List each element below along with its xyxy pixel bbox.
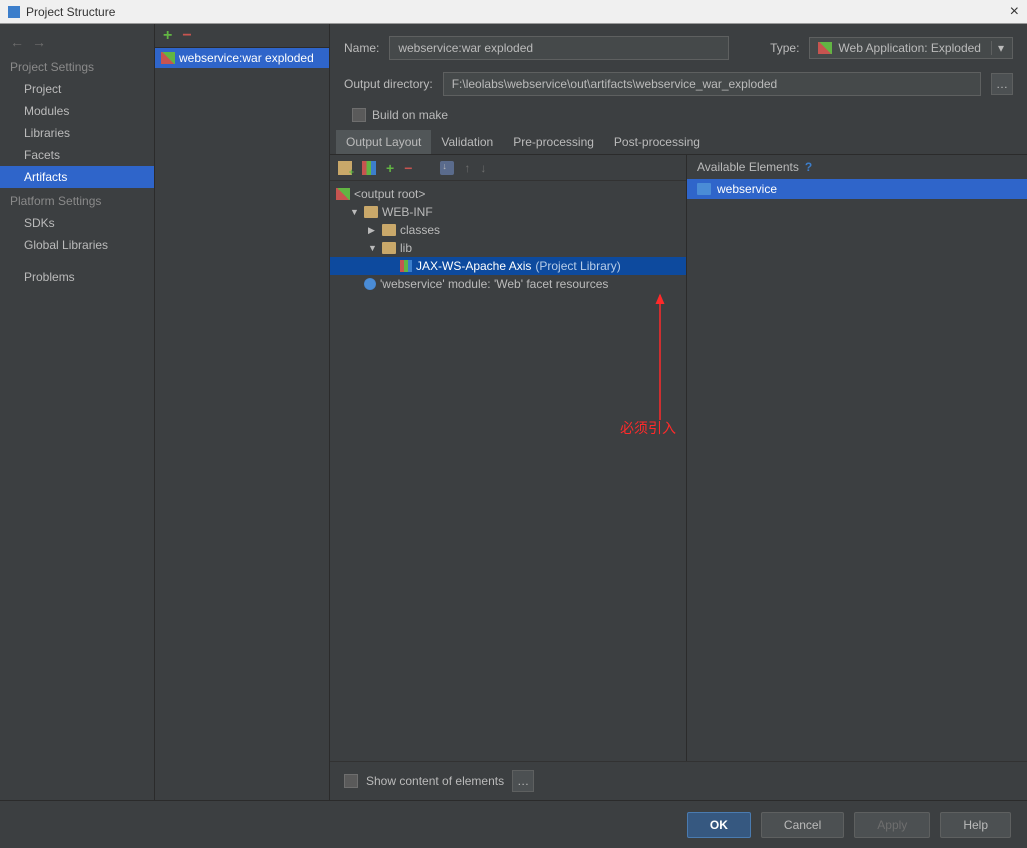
- ok-button[interactable]: OK: [687, 812, 751, 838]
- build-on-make-label: Build on make: [372, 108, 448, 122]
- build-on-make-checkbox[interactable]: [352, 108, 366, 122]
- help-button[interactable]: Help: [940, 812, 1011, 838]
- dialog-button-bar: OK Cancel Apply Help: [0, 800, 1027, 848]
- nav-forward-icon[interactable]: →: [32, 34, 46, 50]
- tree-classes[interactable]: ▶ classes: [330, 221, 686, 239]
- remove-item-icon[interactable]: −: [404, 160, 412, 176]
- help-icon[interactable]: ?: [805, 160, 812, 174]
- chevron-down-icon: ▾: [991, 41, 1004, 55]
- add-copy-icon[interactable]: +: [386, 160, 394, 176]
- tree-facet-resources[interactable]: 'webservice' module: 'Web' facet resourc…: [330, 275, 686, 293]
- app-icon: [8, 6, 20, 18]
- nav-back-icon[interactable]: ←: [10, 34, 24, 50]
- type-label: Type:: [770, 41, 799, 55]
- move-down-icon[interactable]: ↓: [480, 161, 486, 175]
- new-folder-icon[interactable]: [338, 161, 352, 175]
- artifact-list-panel: + − webservice:war exploded: [155, 24, 330, 800]
- tree-lib[interactable]: ▼ lib: [330, 239, 686, 257]
- sidebar-item-facets[interactable]: Facets: [0, 144, 154, 166]
- name-input[interactable]: [389, 36, 729, 60]
- apply-button[interactable]: Apply: [854, 812, 930, 838]
- name-label: Name:: [344, 41, 379, 55]
- artifact-item-label: webservice:war exploded: [179, 51, 314, 65]
- tab-bar: Output Layout Validation Pre-processing …: [330, 130, 1027, 155]
- show-content-checkbox[interactable]: [344, 774, 358, 788]
- output-tree[interactable]: <output root> ▼ WEB-INF ▶ classes ▼: [330, 181, 686, 800]
- add-icon[interactable]: +: [163, 27, 172, 45]
- expander-icon[interactable]: ▼: [350, 207, 360, 217]
- remove-icon[interactable]: −: [182, 27, 191, 45]
- sidebar-item-problems[interactable]: Problems: [0, 266, 154, 288]
- expander-icon[interactable]: ▶: [368, 225, 378, 236]
- close-icon[interactable]: ×: [1010, 3, 1019, 21]
- browse-button[interactable]: …: [991, 73, 1013, 95]
- tree-jaxws-library[interactable]: JAX-WS-Apache Axis (Project Library): [330, 257, 686, 275]
- tab-output-layout[interactable]: Output Layout: [336, 130, 431, 154]
- tree-webinf[interactable]: ▼ WEB-INF: [330, 203, 686, 221]
- section-project-settings: Project Settings: [0, 54, 154, 78]
- show-content-options-button[interactable]: …: [512, 770, 534, 792]
- sidebar-item-modules[interactable]: Modules: [0, 100, 154, 122]
- type-select[interactable]: Web Application: Exploded ▾: [809, 37, 1013, 59]
- output-directory-input[interactable]: [443, 72, 981, 96]
- web-facet-icon: [364, 278, 376, 290]
- title-bar: Project Structure ×: [0, 0, 1027, 24]
- new-archive-icon[interactable]: [362, 161, 376, 175]
- tab-pre-processing[interactable]: Pre-processing: [503, 130, 604, 154]
- sidebar-item-artifacts[interactable]: Artifacts: [0, 166, 154, 188]
- sidebar-item-project[interactable]: Project: [0, 78, 154, 100]
- available-element-item[interactable]: webservice: [687, 179, 1027, 199]
- output-root-icon: [336, 188, 350, 200]
- move-up-icon[interactable]: ↑: [464, 161, 470, 175]
- available-elements-panel: Available Elements ? webservice: [687, 155, 1027, 800]
- artifact-icon: [161, 52, 175, 64]
- folder-icon: [364, 206, 378, 218]
- sidebar-item-global-libraries[interactable]: Global Libraries: [0, 234, 154, 256]
- library-icon: [400, 260, 412, 272]
- show-content-bar: Show content of elements …: [330, 761, 1027, 800]
- show-content-label: Show content of elements: [366, 774, 504, 788]
- tree-root[interactable]: <output root>: [330, 185, 686, 203]
- artifact-list-item[interactable]: webservice:war exploded: [155, 48, 329, 68]
- available-elements-label: Available Elements: [697, 160, 799, 174]
- type-value: Web Application: Exploded: [838, 41, 981, 55]
- tab-post-processing[interactable]: Post-processing: [604, 130, 710, 154]
- sidebar-item-sdks[interactable]: SDKs: [0, 212, 154, 234]
- folder-icon: [382, 224, 396, 236]
- expander-icon[interactable]: ▼: [368, 243, 378, 253]
- window-title: Project Structure: [26, 5, 115, 19]
- module-folder-icon: [697, 183, 711, 195]
- folder-icon: [382, 242, 396, 254]
- sidebar-item-libraries[interactable]: Libraries: [0, 122, 154, 144]
- section-platform-settings: Platform Settings: [0, 188, 154, 212]
- sort-icon[interactable]: [440, 161, 454, 175]
- cancel-button[interactable]: Cancel: [761, 812, 844, 838]
- output-layout-panel: + − ↑ ↓ <output root> ▼ WEB-INF: [330, 155, 687, 800]
- type-icon: [818, 42, 832, 54]
- tab-validation[interactable]: Validation: [431, 130, 503, 154]
- sidebar: ← → Project Settings Project Modules Lib…: [0, 24, 155, 800]
- outdir-label: Output directory:: [344, 77, 433, 91]
- detail-panel: Name: Type: Web Application: Exploded ▾ …: [330, 24, 1027, 800]
